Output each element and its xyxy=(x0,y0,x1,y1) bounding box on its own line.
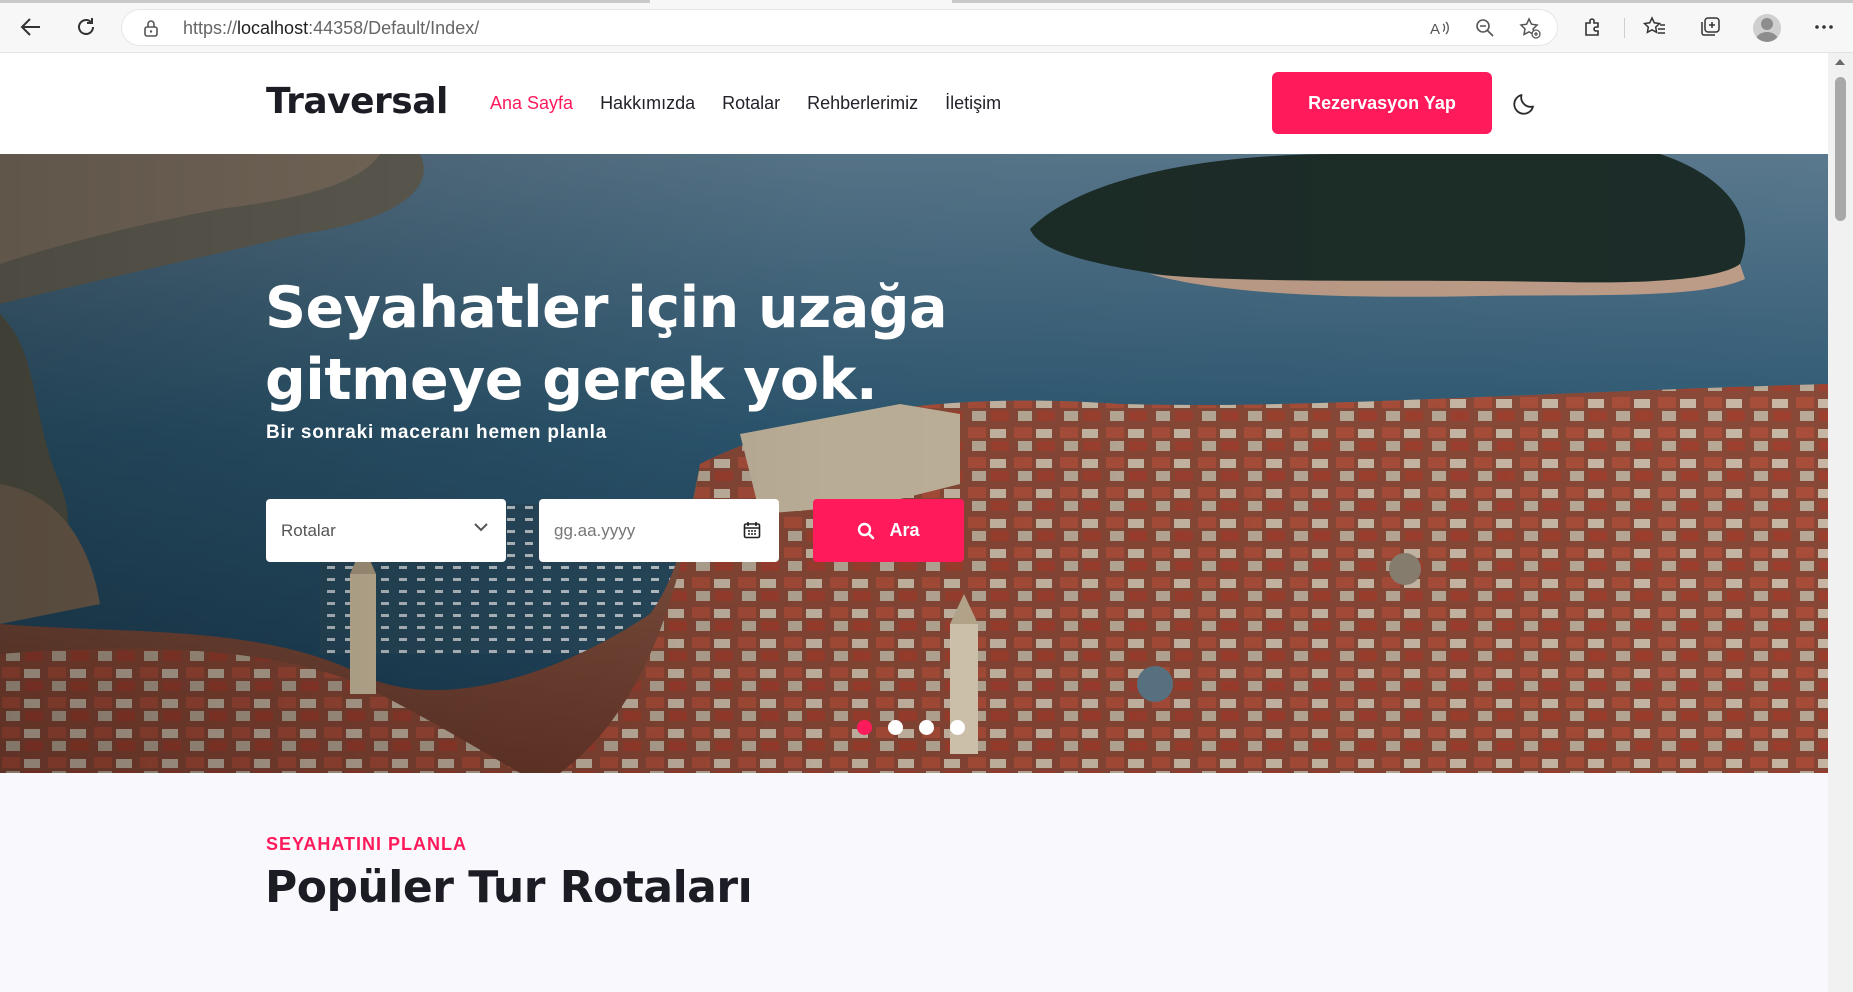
more-options-icon[interactable] xyxy=(1810,13,1838,41)
hero-title-line-1: Seyahatler için uzağa xyxy=(265,275,948,341)
section-title: Popüler Tur Rotaları xyxy=(265,862,753,913)
extensions-icon[interactable] xyxy=(1579,13,1607,41)
chevron-down-icon xyxy=(474,523,488,532)
add-favorite-icon[interactable] xyxy=(1519,17,1541,39)
hero-title: Seyahatler için uzağa gitmeye gerek yok. xyxy=(265,272,965,416)
search-button-label: Ara xyxy=(889,520,920,540)
hero-slider: Seyahatler için uzağa gitmeye gerek yok.… xyxy=(0,154,1828,773)
main-nav: Ana Sayfa Hakkımızda Rotalar Rehberlerim… xyxy=(490,93,1028,114)
zoom-out-icon[interactable] xyxy=(1474,18,1496,38)
page-scrollbar[interactable] xyxy=(1828,53,1853,992)
nav-link-contact[interactable]: İletişim xyxy=(945,93,1001,114)
nav-link-routes[interactable]: Rotalar xyxy=(722,93,780,114)
browser-toolbar: https://localhost:44358/Default/Index/ A xyxy=(0,0,1853,53)
tab-strip-edge xyxy=(952,0,1853,3)
nav-link-home[interactable]: Ana Sayfa xyxy=(490,93,573,114)
scrollbar-thumb[interactable] xyxy=(1835,77,1846,221)
read-aloud-icon[interactable]: A xyxy=(1429,18,1451,38)
favorites-icon[interactable] xyxy=(1641,13,1669,41)
tab-strip-edge xyxy=(0,0,650,3)
url-path: :44358/Default/Index/ xyxy=(308,18,480,38)
back-arrow-icon xyxy=(20,18,40,36)
lock-icon[interactable] xyxy=(143,19,159,37)
route-select-value: Rotalar xyxy=(281,520,336,540)
search-button[interactable]: Ara xyxy=(813,499,964,562)
profile-avatar[interactable] xyxy=(1753,14,1781,42)
url-host: localhost xyxy=(237,18,309,38)
site-logo[interactable]: Traversal xyxy=(266,81,448,122)
svg-text:A: A xyxy=(1430,21,1440,37)
toolbar-divider xyxy=(1624,18,1625,38)
slider-dot-4[interactable] xyxy=(950,720,965,735)
hero-overlay xyxy=(0,154,1828,773)
site-header: Traversal Ana Sayfa Hakkımızda Rotalar R… xyxy=(0,53,1828,154)
slider-dot-3[interactable] xyxy=(919,720,934,735)
search-icon xyxy=(858,522,875,539)
dark-mode-moon-icon[interactable] xyxy=(1512,90,1538,116)
address-bar[interactable]: https://localhost:44358/Default/Index/ A xyxy=(121,9,1558,46)
back-button[interactable] xyxy=(14,12,48,42)
date-input-placeholder: gg.aa.yyyy xyxy=(554,520,636,540)
nav-link-guides[interactable]: Rehberlerimiz xyxy=(807,93,918,114)
hero-subtitle: Bir sonraki maceranı hemen planla xyxy=(266,422,608,443)
slider-dot-2[interactable] xyxy=(888,720,903,735)
refresh-button[interactable] xyxy=(69,12,103,42)
date-input[interactable]: gg.aa.yyyy xyxy=(539,499,779,562)
slider-dot-1[interactable] xyxy=(857,720,872,735)
url-scheme: https:// xyxy=(183,18,238,38)
slider-pagination xyxy=(857,720,965,735)
section-kicker: SEYAHATINI PLANLA xyxy=(266,834,468,854)
reservation-button[interactable]: Rezervasyon Yap xyxy=(1272,72,1492,134)
hero-title-line-2: gitmeye gerek yok. xyxy=(265,347,878,413)
calendar-icon[interactable] xyxy=(743,521,761,539)
route-select[interactable]: Rotalar xyxy=(266,499,506,562)
refresh-icon xyxy=(78,18,94,35)
url-text[interactable]: https://localhost:44358/Default/Index/ xyxy=(183,18,479,39)
scroll-up-arrow-icon[interactable] xyxy=(1835,59,1845,65)
collections-icon[interactable] xyxy=(1696,13,1724,41)
nav-link-about[interactable]: Hakkımızda xyxy=(600,93,695,114)
